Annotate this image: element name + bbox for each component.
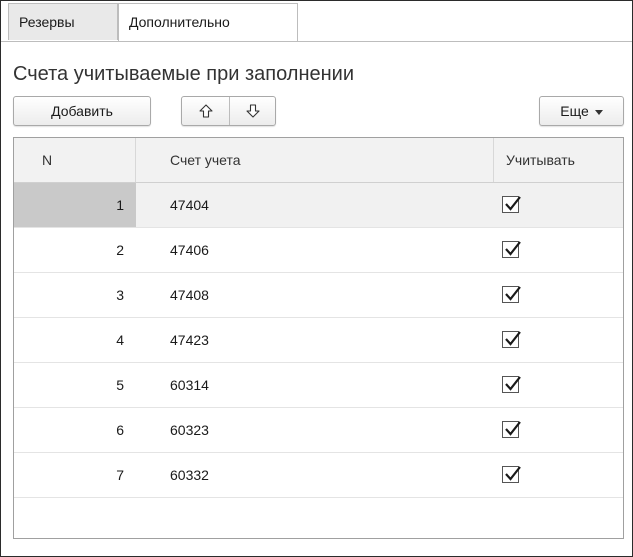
use-cell <box>494 408 623 452</box>
table-row[interactable]: 6 60323 <box>14 408 623 453</box>
use-cell <box>494 228 623 272</box>
use-checkbox[interactable] <box>502 331 521 348</box>
column-header-n[interactable]: N <box>14 138 136 182</box>
move-buttons-group <box>181 96 276 126</box>
section-title: Счета учитываемые при заполнении <box>13 63 355 85</box>
arrow-down-icon <box>245 104 260 118</box>
tab-bar: Резервы Дополнительно <box>1 1 632 42</box>
checkmark-icon <box>505 286 521 301</box>
table-row[interactable]: 5 60314 <box>14 363 623 408</box>
add-button[interactable]: Добавить <box>13 96 151 126</box>
use-cell <box>494 273 623 317</box>
use-checkbox[interactable] <box>502 196 521 213</box>
row-number: 1 <box>14 183 136 227</box>
accounts-table: N Счет учета Учитывать 1 47404 2 47406 3… <box>13 137 624 539</box>
row-number: 3 <box>116 287 124 303</box>
column-header-account[interactable]: Счет учета <box>136 138 494 182</box>
checkmark-icon <box>505 241 521 256</box>
form-panel: Резервы Дополнительно Счета учитываемые … <box>0 0 633 557</box>
use-cell <box>494 318 623 362</box>
account-cell: 60323 <box>170 422 209 438</box>
table-row[interactable]: 7 60332 <box>14 453 623 498</box>
move-up-button[interactable] <box>182 97 230 125</box>
tab-reserves[interactable]: Резервы <box>8 3 118 40</box>
row-number: 4 <box>116 332 124 348</box>
use-checkbox[interactable] <box>502 466 521 483</box>
checkmark-icon <box>505 466 521 481</box>
table-row[interactable]: 2 47406 <box>14 228 623 273</box>
table-row[interactable]: 4 47423 <box>14 318 623 363</box>
move-down-button[interactable] <box>229 97 276 125</box>
table-row[interactable]: 1 47404 <box>14 183 623 228</box>
tab-additional[interactable]: Дополнительно <box>118 3 298 41</box>
use-checkbox[interactable] <box>502 241 521 258</box>
row-number: 5 <box>116 377 124 393</box>
use-checkbox[interactable] <box>502 376 521 393</box>
more-button-label: Еще <box>560 103 589 119</box>
row-number: 7 <box>116 467 124 483</box>
checkmark-icon <box>505 421 521 436</box>
checkmark-icon <box>505 376 521 391</box>
use-cell <box>494 453 623 497</box>
use-cell <box>494 183 623 227</box>
account-cell: 47423 <box>170 332 209 348</box>
table-row[interactable]: 3 47408 <box>14 273 623 318</box>
table-header: N Счет учета Учитывать <box>14 138 623 183</box>
arrow-up-icon <box>198 104 213 118</box>
use-checkbox[interactable] <box>502 421 521 438</box>
use-checkbox[interactable] <box>502 286 521 303</box>
account-cell: 47408 <box>170 287 209 303</box>
column-header-use[interactable]: Учитывать <box>494 138 623 182</box>
row-number: 2 <box>116 242 124 258</box>
account-cell: 47406 <box>170 242 209 258</box>
use-cell <box>494 363 623 407</box>
row-number: 6 <box>116 422 124 438</box>
checkmark-icon <box>505 196 521 211</box>
account-cell: 60314 <box>170 377 209 393</box>
more-button[interactable]: Еще <box>539 96 624 126</box>
account-cell: 47404 <box>170 197 209 213</box>
account-cell: 60332 <box>170 467 209 483</box>
chevron-down-icon <box>594 109 603 115</box>
checkmark-icon <box>505 331 521 346</box>
